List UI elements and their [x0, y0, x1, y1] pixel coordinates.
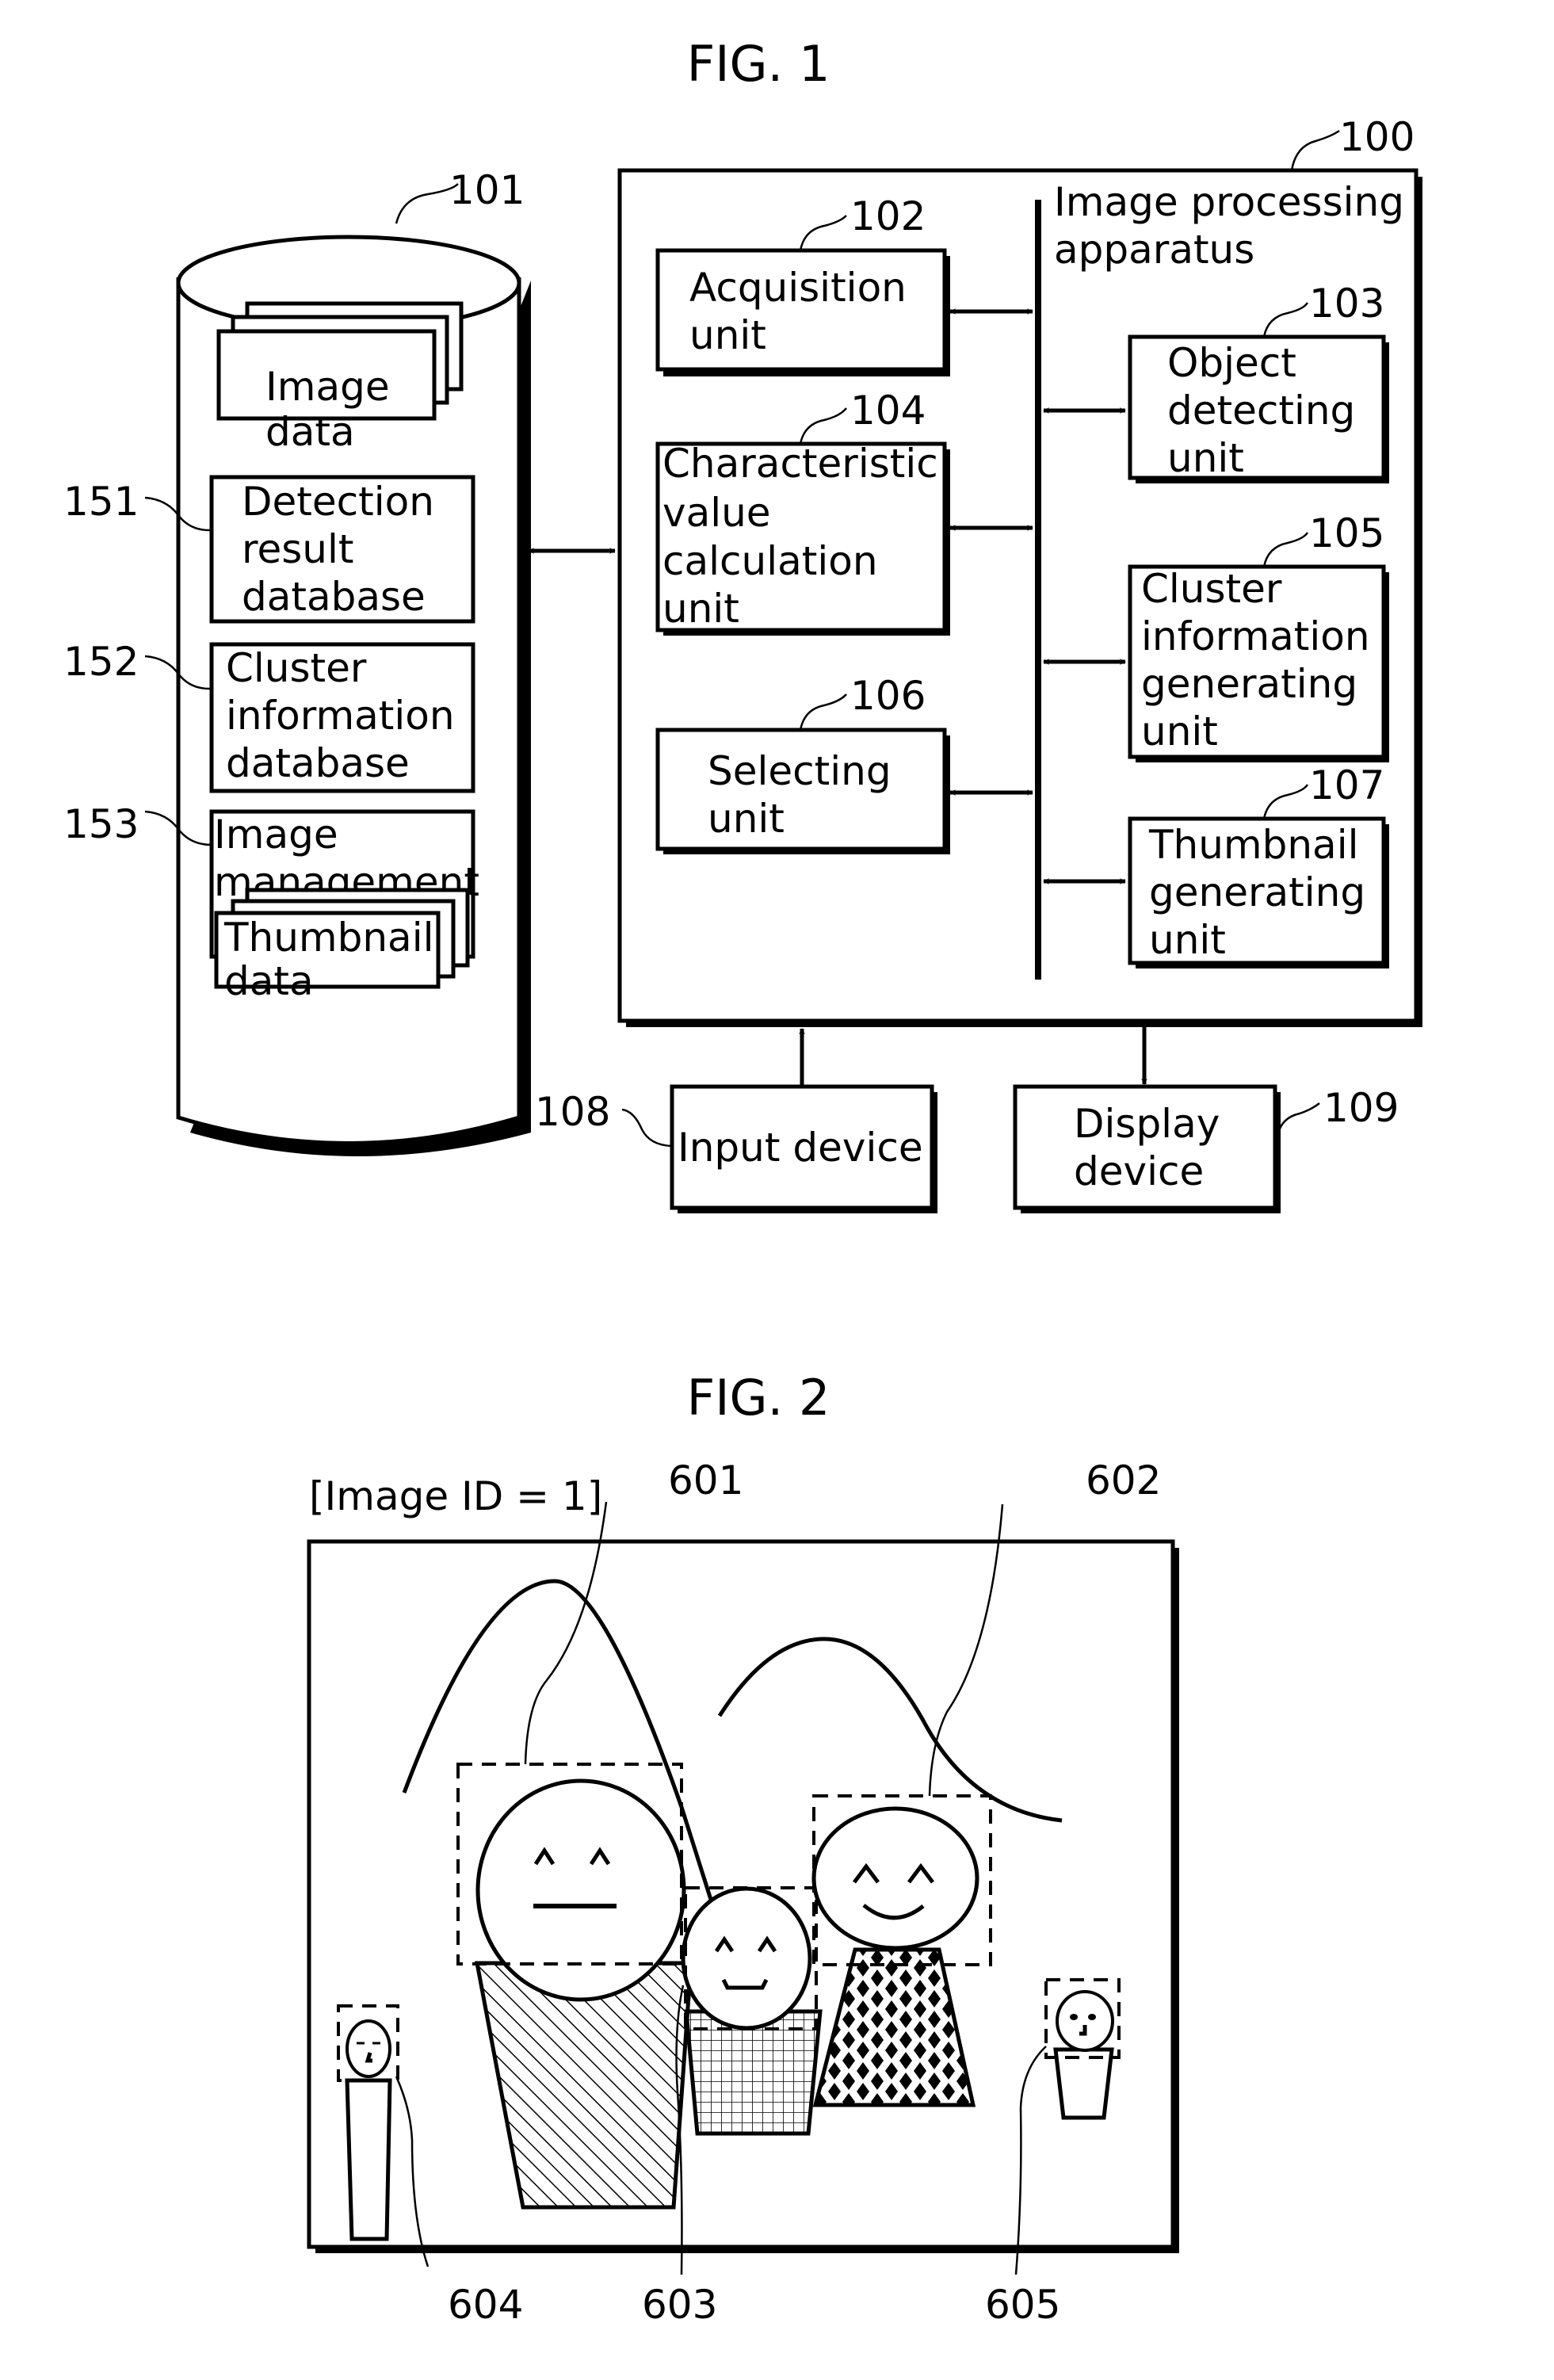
ref-107: 107	[1309, 762, 1384, 808]
image-processing-apparatus: 100 Image processing apparatus Acquisiti…	[617, 114, 1422, 1027]
ref-153: 153	[63, 801, 139, 847]
ref-100: 100	[1339, 114, 1415, 160]
db151-line1: Detection	[242, 479, 434, 525]
unit102-line2: unit	[689, 312, 766, 358]
unit104-line2: value	[662, 490, 771, 536]
unit105-line1: Cluster	[1141, 566, 1282, 612]
body-604	[345, 2078, 392, 2241]
face-603	[681, 1886, 812, 2030]
db152-line3: database	[226, 740, 410, 786]
db152-line1: Cluster	[226, 645, 367, 691]
face-602	[811, 1806, 979, 1950]
unit102-line1: Acquisition	[689, 265, 907, 311]
figure-2: FIG. 2 [Image ID = 1] 601 603 602 604 60…	[307, 1369, 1179, 2328]
unit107-line1: Thumbnail	[1148, 822, 1358, 868]
unit106-line2: unit	[708, 796, 785, 842]
ref-603: 603	[642, 2282, 717, 2328]
ref-109: 109	[1323, 1085, 1399, 1131]
leader-100	[1290, 129, 1340, 171]
unit106-line1: Selecting	[708, 748, 892, 794]
unit107-line3: unit	[1149, 917, 1226, 963]
unit104-line4: unit	[662, 586, 739, 632]
unit104-line1: Characteristic	[662, 441, 938, 487]
unit105-line3: generating	[1141, 661, 1357, 707]
fig2-title: FIG. 2	[687, 1369, 830, 1427]
body-605	[1053, 2047, 1114, 2120]
input-device-label: Input device	[678, 1125, 923, 1171]
ref-102: 102	[850, 193, 926, 239]
display-device-line2: device	[1074, 1148, 1204, 1194]
unit105-line2: information	[1141, 613, 1370, 659]
ref-101: 101	[449, 167, 525, 213]
patent-drawing-sheet: FIG. 1 101 Image data Detection result d…	[63, 35, 1422, 2328]
cluster-information-database: Cluster information database 152	[63, 639, 475, 793]
leader-109	[1277, 1102, 1320, 1134]
db153-line1: Image	[214, 812, 338, 858]
ref-601: 601	[668, 1457, 743, 1503]
thumbnail-data-line1: Thumbnail	[223, 915, 433, 961]
unit104-line3: calculation	[662, 538, 878, 584]
storage-cylinder: 101 Image data Detection result database…	[63, 167, 531, 1156]
ref-602: 602	[1086, 1457, 1161, 1503]
ref-152: 152	[63, 639, 139, 685]
display-device-line1: Display	[1074, 1101, 1220, 1147]
ref-604: 604	[448, 2282, 523, 2328]
image-id-caption: [Image ID = 1]	[309, 1473, 602, 1519]
unit107-line2: generating	[1149, 869, 1365, 915]
ref-103: 103	[1309, 281, 1384, 327]
image-data-line2: data	[265, 409, 355, 455]
detection-result-database: Detection result database 151	[63, 475, 475, 624]
input-device: Input device 108	[535, 1028, 937, 1213]
unit103-line3: unit	[1167, 435, 1244, 481]
unit103-line2: detecting	[1167, 388, 1355, 434]
ref-108: 108	[535, 1089, 610, 1135]
face-604	[346, 2019, 391, 2078]
unit103-line1: Object	[1167, 340, 1296, 386]
apparatus-label-line2: apparatus	[1054, 227, 1254, 273]
thumbnail-data-line2: data	[224, 958, 314, 1004]
face-605	[1056, 1990, 1114, 2052]
db151-line2: result	[242, 526, 353, 572]
ref-104: 104	[850, 388, 926, 434]
image-data-line1: Image	[265, 364, 390, 410]
db151-line3: database	[242, 574, 426, 620]
unit105-line4: unit	[1141, 709, 1218, 754]
apparatus-label-line1: Image processing	[1054, 179, 1404, 225]
thumbnail-data-stack: Thumbnail data	[214, 888, 470, 1004]
face-601	[475, 1778, 686, 2002]
figure-1: FIG. 1 101 Image data Detection result d…	[63, 35, 1422, 1213]
ref-105: 105	[1309, 510, 1384, 556]
display-device: Display device 109	[1013, 1027, 1399, 1213]
db152-line2: information	[226, 693, 455, 739]
ref-106: 106	[850, 673, 926, 719]
ref-151: 151	[63, 479, 139, 525]
ref-605: 605	[985, 2282, 1060, 2328]
leader-108	[621, 1108, 673, 1148]
fig1-title: FIG. 1	[687, 35, 830, 93]
